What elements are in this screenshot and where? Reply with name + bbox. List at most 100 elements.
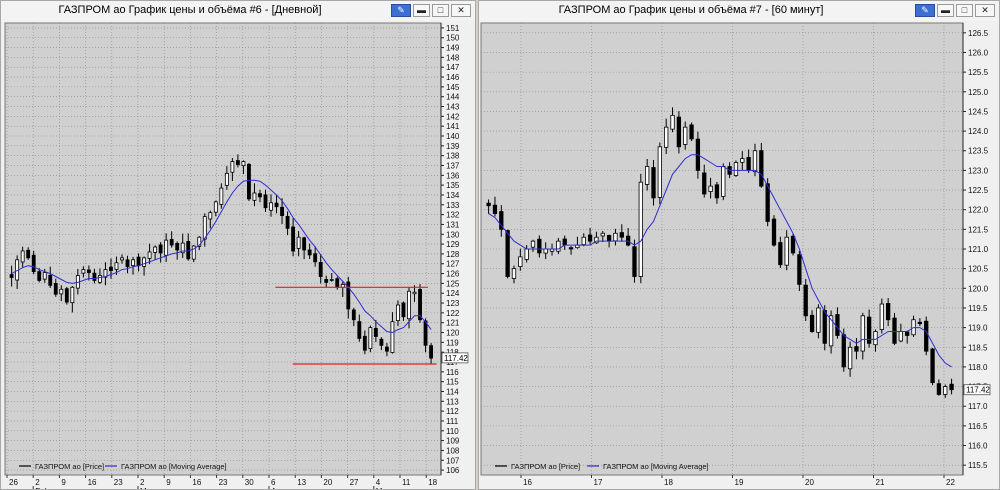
- x-tick-label: 16: [192, 478, 201, 487]
- candle: [803, 278, 808, 321]
- x-tick-label: 4: [376, 478, 381, 487]
- candle-body-up: [860, 315, 865, 352]
- candle-body-down: [936, 383, 942, 395]
- candle-body-up: [114, 262, 119, 270]
- y-tick-label: 108: [446, 446, 460, 455]
- candle-body-down: [357, 321, 362, 339]
- month-label: Mar: [140, 487, 154, 489]
- x-tick-label: 20: [805, 478, 814, 487]
- y-tick-label: 122: [446, 309, 460, 318]
- hourly-price-chart[interactable]: 115.5116.0116.5117.0117.5118.0118.5119.0…: [479, 21, 999, 489]
- candle-body-down: [247, 163, 251, 200]
- y-tick-label: 133: [446, 201, 460, 210]
- candle-body-down: [53, 282, 58, 295]
- daily-price-chart[interactable]: 1061071081091101111121131141151161171181…: [1, 21, 475, 489]
- candle-body-down: [606, 235, 612, 242]
- candle-body-down: [109, 266, 113, 272]
- y-tick-label: 135: [446, 181, 460, 190]
- candle-body-down: [568, 247, 574, 250]
- candle-body-up: [208, 212, 213, 220]
- y-tick-label: 144: [446, 93, 460, 102]
- candle-body-down: [841, 334, 846, 368]
- y-tick-label: 118.0: [968, 363, 988, 372]
- y-tick-label: 128: [446, 250, 460, 259]
- candle: [247, 163, 251, 202]
- candle-body-up: [213, 201, 218, 213]
- window-controls: ✎ ▬ □ ✕: [913, 4, 995, 18]
- candle-body-up: [219, 187, 224, 205]
- x-tick-label: 26: [9, 478, 18, 487]
- candle-body-down: [651, 167, 656, 199]
- y-tick-label: 137: [446, 161, 460, 170]
- y-tick-label: 143: [446, 103, 460, 112]
- candle-body-down: [917, 321, 923, 325]
- chart-window-hourly[interactable]: ГАЗПРОМ ао График цены и объёма #7 - [60…: [478, 0, 1000, 490]
- x-tick-label: 23: [114, 478, 123, 487]
- candle-body-down: [822, 310, 827, 344]
- month-label: May: [376, 487, 391, 489]
- y-tick-label: 123: [446, 299, 460, 308]
- candle-body-up: [396, 304, 400, 321]
- x-tick-label: 2: [35, 478, 40, 487]
- y-tick-label: 136: [446, 171, 460, 180]
- y-tick-label: 129: [446, 240, 460, 249]
- y-tick-label: 115.5: [968, 461, 988, 470]
- candle-body-down: [158, 244, 163, 254]
- y-tick-label: 106: [446, 466, 460, 475]
- title-bar[interactable]: ГАЗПРОМ ао График цены и объёма #7 - [60…: [479, 1, 999, 22]
- minimize-icon[interactable]: ▬: [937, 4, 954, 17]
- candle-body-up: [733, 162, 739, 176]
- x-tick-label: 13: [297, 478, 306, 487]
- pin-icon[interactable]: ✎: [391, 4, 411, 17]
- candle-body-down: [351, 309, 356, 321]
- x-tick-label: 30: [245, 478, 254, 487]
- x-tick-label: 2: [140, 478, 145, 487]
- y-tick-label: 120.0: [968, 284, 989, 293]
- month-label: Apr: [271, 487, 284, 489]
- candle-body-down: [285, 215, 290, 229]
- candle-body-down: [379, 338, 384, 346]
- y-tick-label: 131: [446, 220, 460, 229]
- month-label: Feb: [35, 487, 49, 489]
- candle-body-down: [136, 256, 141, 267]
- y-tick-label: 118.5: [968, 343, 988, 352]
- candle-body-down: [924, 320, 929, 352]
- candle-body-up: [511, 268, 517, 279]
- candle-body-down: [790, 235, 796, 254]
- candle-body-down: [37, 271, 42, 281]
- candle-body-down: [9, 274, 14, 278]
- y-tick-label: 125: [446, 279, 460, 288]
- y-tick-label: 112: [446, 407, 459, 416]
- candle-body-up: [390, 321, 395, 353]
- y-tick-label: 138: [446, 152, 460, 161]
- candle-body-down: [746, 156, 751, 171]
- candle-body-down: [235, 160, 240, 165]
- y-tick-label: 120.5: [968, 265, 989, 274]
- chart-window-daily[interactable]: ГАЗПРОМ ао График цены и объёма #6 - [Дн…: [0, 0, 476, 490]
- title-bar[interactable]: ГАЗПРОМ ао График цены и объёма #6 - [Дн…: [1, 1, 475, 22]
- y-tick-label: 110: [446, 427, 459, 436]
- y-tick-label: 147: [446, 63, 460, 72]
- close-icon[interactable]: ✕: [975, 4, 995, 17]
- maximize-icon[interactable]: □: [956, 4, 973, 17]
- maximize-icon[interactable]: □: [432, 4, 449, 17]
- candle-body-up: [164, 239, 169, 256]
- candle-body-up: [784, 236, 789, 266]
- legend-label: ГАЗПРОМ ао [Price]: [511, 462, 580, 471]
- close-icon[interactable]: ✕: [451, 4, 471, 17]
- minimize-icon[interactable]: ▬: [413, 4, 430, 17]
- candle-body-up: [683, 126, 688, 145]
- plot-area: [4, 22, 442, 476]
- candle-body-down: [48, 274, 53, 286]
- candle-body-up: [524, 248, 529, 260]
- pin-icon[interactable]: ✎: [915, 4, 935, 17]
- candle-body-up: [898, 331, 903, 342]
- candle-body-up: [224, 172, 229, 186]
- candle-body-down: [803, 284, 808, 317]
- candle-body-down: [714, 184, 720, 199]
- candle-body-down: [632, 246, 637, 277]
- candle-body-up: [664, 126, 669, 148]
- y-tick-label: 125.0: [968, 88, 989, 97]
- candle-body-down: [92, 272, 97, 281]
- candle-body-up: [581, 236, 586, 245]
